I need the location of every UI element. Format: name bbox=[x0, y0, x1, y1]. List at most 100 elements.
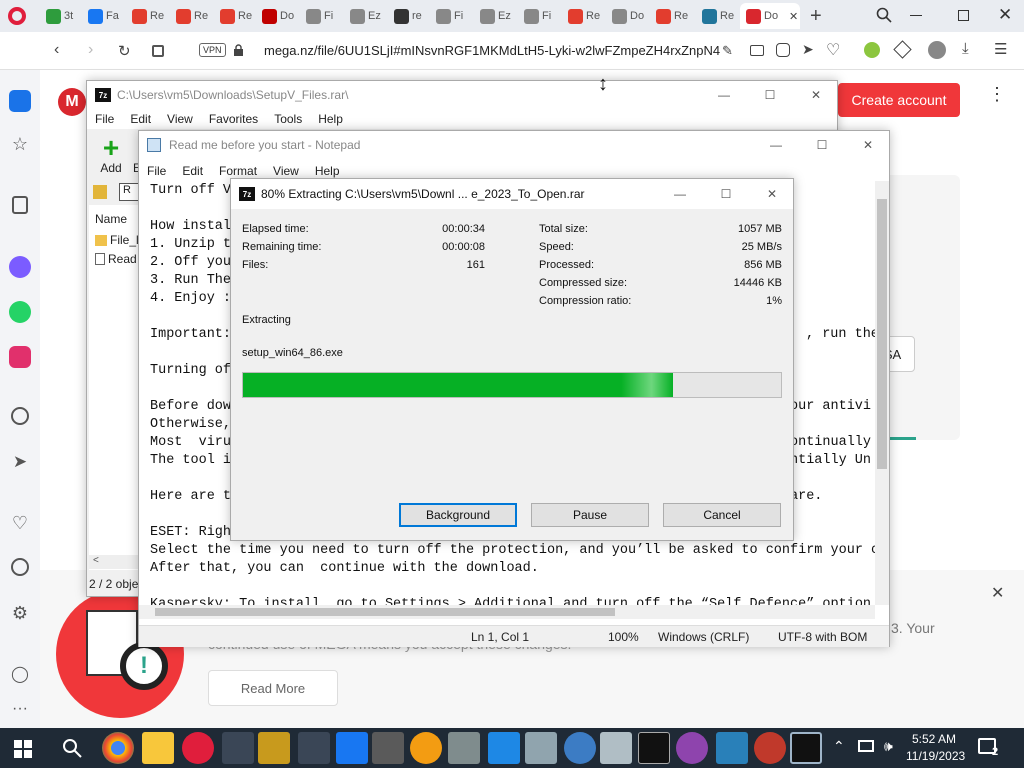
game-ship-icon[interactable] bbox=[298, 732, 330, 764]
clock-time[interactable]: 5:52 AM bbox=[912, 732, 956, 746]
opera-menu-icon[interactable] bbox=[8, 7, 26, 25]
menu-view[interactable]: View bbox=[159, 112, 201, 126]
spiral-icon[interactable] bbox=[676, 732, 708, 764]
menu-view[interactable]: View bbox=[265, 164, 307, 178]
app-icon[interactable] bbox=[600, 732, 632, 764]
menu-edit[interactable]: Edit bbox=[174, 164, 211, 178]
media-player-icon[interactable] bbox=[488, 732, 520, 764]
settings-icon[interactable]: ⚙ bbox=[9, 603, 31, 625]
scroll-thumb[interactable] bbox=[155, 608, 615, 616]
browser-tab[interactable]: Do bbox=[256, 3, 298, 29]
browser-tab[interactable]: Re bbox=[214, 3, 256, 29]
maximize-button[interactable]: ☐ bbox=[747, 81, 793, 109]
search-icon[interactable] bbox=[62, 738, 82, 758]
edit-icon[interactable]: ✎ bbox=[722, 43, 733, 59]
heart-icon[interactable]: ♡ bbox=[9, 513, 31, 535]
chrome-icon[interactable] bbox=[102, 732, 134, 764]
chevron-up-icon[interactable]: ⌃ bbox=[833, 738, 845, 755]
game-shield-icon[interactable] bbox=[222, 732, 254, 764]
vpn-badge[interactable]: VPN bbox=[199, 43, 226, 57]
browser-tab[interactable]: Ez bbox=[344, 3, 386, 29]
home-icon[interactable] bbox=[9, 90, 31, 112]
profile-icon[interactable] bbox=[928, 41, 946, 59]
create-account-button[interactable]: Create account bbox=[838, 83, 960, 117]
network-icon[interactable] bbox=[858, 740, 874, 752]
close-tab-icon[interactable]: ✕ bbox=[789, 10, 798, 23]
menu-favorites[interactable]: Favorites bbox=[201, 112, 266, 126]
browser-tab[interactable]: Do ✕ bbox=[740, 3, 800, 29]
up-folder-icon[interactable] bbox=[93, 185, 107, 199]
send-icon[interactable]: ➤ bbox=[9, 452, 31, 474]
qbittorrent-icon[interactable] bbox=[564, 732, 596, 764]
back-icon[interactable]: ‹ bbox=[54, 41, 59, 59]
star-icon[interactable]: ☆ bbox=[9, 134, 31, 156]
maximize-button[interactable]: ☐ bbox=[799, 131, 845, 159]
browser-tab[interactable]: Fi bbox=[430, 3, 472, 29]
whatsapp-icon[interactable] bbox=[9, 301, 31, 323]
volume-icon[interactable]: 🕪 bbox=[884, 738, 893, 755]
minimize-button[interactable]: — bbox=[657, 179, 703, 209]
browser-tab[interactable]: Fa bbox=[82, 3, 124, 29]
heart-icon[interactable]: ♡ bbox=[826, 40, 840, 60]
browser-tab[interactable]: Re bbox=[650, 3, 692, 29]
reload-icon[interactable]: ↻ bbox=[118, 42, 131, 60]
list-item[interactable]: Read bbox=[95, 252, 137, 266]
browser-tab[interactable]: Re bbox=[562, 3, 604, 29]
new-tab-icon[interactable]: + bbox=[810, 5, 822, 28]
player-icon[interactable] bbox=[11, 407, 29, 425]
browser-tab[interactable]: Fi bbox=[518, 3, 560, 29]
menu-file[interactable]: File bbox=[139, 164, 174, 178]
browser-tab[interactable]: Fi bbox=[300, 3, 342, 29]
browser-tab[interactable]: Ez bbox=[474, 3, 516, 29]
shopping-icon[interactable] bbox=[12, 196, 28, 214]
browser-tab[interactable]: Re bbox=[170, 3, 212, 29]
close-button[interactable]: ✕ bbox=[793, 81, 839, 109]
camera-icon[interactable] bbox=[750, 45, 764, 56]
kebab-menu-icon[interactable]: ⋮ bbox=[988, 85, 1006, 103]
clock-date[interactable]: 11/19/2023 bbox=[906, 749, 965, 763]
forward-icon[interactable]: › bbox=[88, 41, 93, 59]
close-button[interactable]: ✕ bbox=[845, 131, 891, 159]
close-window-icon[interactable]: ✕ bbox=[998, 5, 1012, 25]
cancel-button[interactable]: Cancel bbox=[663, 503, 781, 527]
browser-tab[interactable]: re bbox=[388, 3, 430, 29]
add-button[interactable]: + Add bbox=[95, 134, 127, 177]
scroll-thumb[interactable] bbox=[877, 199, 887, 469]
history-icon[interactable] bbox=[11, 558, 29, 576]
close-button[interactable]: ✕ bbox=[749, 179, 795, 209]
maximize-button[interactable]: ☐ bbox=[703, 179, 749, 209]
restore-icon[interactable] bbox=[958, 10, 969, 21]
browser-tab[interactable]: Re bbox=[696, 3, 738, 29]
background-button[interactable]: Background bbox=[399, 503, 517, 527]
browser-orange-icon[interactable] bbox=[410, 732, 442, 764]
cube-icon[interactable] bbox=[893, 40, 912, 59]
paint-icon[interactable] bbox=[448, 732, 480, 764]
facebook-icon[interactable] bbox=[336, 732, 368, 764]
minimize-button[interactable]: — bbox=[753, 131, 799, 159]
messenger-icon[interactable] bbox=[9, 256, 31, 278]
list-item[interactable]: File_l bbox=[95, 233, 139, 247]
menu-edit[interactable]: Edit bbox=[122, 112, 159, 126]
browser-tab[interactable]: Do bbox=[606, 3, 648, 29]
minimize-icon[interactable] bbox=[910, 15, 922, 16]
easy-setup-icon[interactable]: ☰ bbox=[994, 40, 1007, 58]
vertical-scrollbar[interactable] bbox=[875, 181, 889, 605]
browser-tab[interactable]: Re bbox=[126, 3, 168, 29]
pause-button[interactable]: Pause bbox=[531, 503, 649, 527]
opera-icon[interactable] bbox=[182, 732, 214, 764]
tips-icon[interactable]: ◯ bbox=[9, 664, 31, 686]
browser-tab[interactable]: 3t bbox=[40, 3, 82, 29]
path-field[interactable]: R bbox=[119, 183, 139, 201]
menu-format[interactable]: Format bbox=[211, 164, 265, 178]
mega-logo[interactable]: M bbox=[58, 88, 86, 116]
extension-icon[interactable] bbox=[864, 42, 880, 58]
menu-tools[interactable]: Tools bbox=[266, 112, 310, 126]
speed-dial-icon[interactable] bbox=[152, 45, 164, 57]
read-more-button[interactable]: Read More bbox=[208, 670, 338, 706]
sevenzip-active-icon[interactable] bbox=[790, 732, 822, 764]
file-explorer-icon[interactable] bbox=[142, 732, 174, 764]
menu-help[interactable]: Help bbox=[307, 164, 348, 178]
red-spider-icon[interactable] bbox=[754, 732, 786, 764]
search-tabs-icon[interactable] bbox=[876, 7, 892, 23]
send-icon[interactable]: ➤ bbox=[802, 41, 814, 58]
